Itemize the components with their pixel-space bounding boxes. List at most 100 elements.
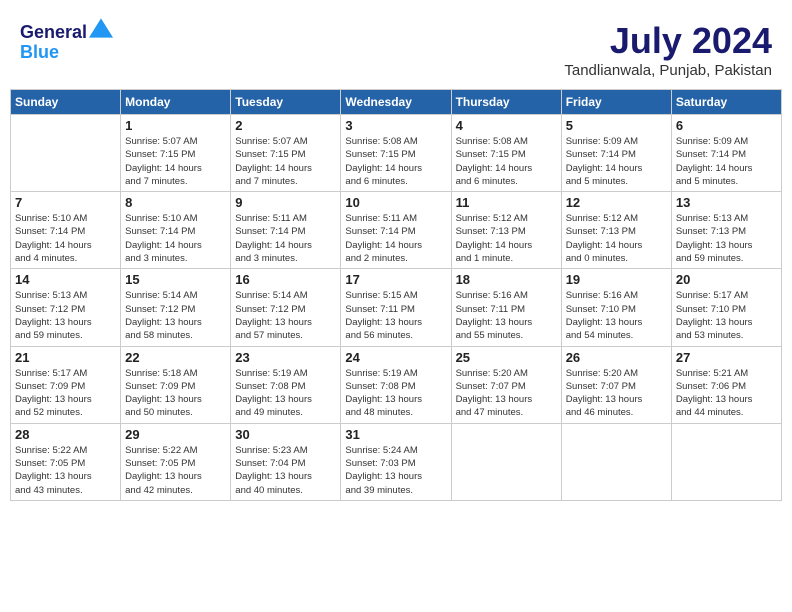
calendar-cell: 5Sunrise: 5:09 AM Sunset: 7:14 PM Daylig… <box>561 115 671 192</box>
day-number: 9 <box>235 195 336 210</box>
calendar-cell: 15 Sunrise: 5:14 AM Sunset: 7:12 PM Dayli… <box>121 269 231 346</box>
logo-text: General Blue <box>20 20 113 63</box>
day-info: Sunrise: 5:18 AM Sunset: 7:09 PM Dayligh… <box>125 367 226 420</box>
month-year: July 2024 <box>564 20 772 62</box>
calendar-cell: 9 Sunrise: 5:11 AM Sunset: 7:14 PM Daylig… <box>231 192 341 269</box>
calendar-table: SundayMondayTuesdayWednesdayThursdayFrid… <box>10 89 782 501</box>
day-info: Sunrise: 5:09 AM Sunset: 7:14 PM Dayligh… <box>676 135 777 188</box>
calendar-cell: 26Sunrise: 5:20 AM Sunset: 7:07 PM Dayli… <box>561 346 671 423</box>
calendar-cell: 14 Sunrise: 5:13 AM Sunset: 7:12 PM Dayli… <box>11 269 121 346</box>
week-row-5: 28 Sunrise: 5:22 AM Sunset: 7:05 PM Dayli… <box>11 423 782 500</box>
day-info: Sunrise: 5:24 AM Sunset: 7:03 PM Dayligh… <box>345 444 446 497</box>
calendar-cell: 24 Sunrise: 5:19 AM Sunset: 7:08 PM Dayli… <box>341 346 451 423</box>
calendar-cell: 27 Sunrise: 5:21 AM Sunset: 7:06 PM Dayli… <box>671 346 781 423</box>
title-block: July 2024 Tandlianwala, Punjab, Pakistan <box>564 20 772 79</box>
calendar-cell: 4Sunrise: 5:08 AM Sunset: 7:15 PM Daylig… <box>451 115 561 192</box>
day-number: 26 <box>566 350 667 365</box>
week-row-1: 1 Sunrise: 5:07 AM Sunset: 7:15 PM Daylig… <box>11 115 782 192</box>
day-info: Sunrise: 5:19 AM Sunset: 7:08 PM Dayligh… <box>345 367 446 420</box>
calendar-cell: 30 Sunrise: 5:23 AM Sunset: 7:04 PM Dayli… <box>231 423 341 500</box>
logo: General Blue <box>20 20 113 63</box>
location: Tandlianwala, Punjab, Pakistan <box>564 62 772 79</box>
day-info: Sunrise: 5:14 AM Sunset: 7:12 PM Dayligh… <box>235 289 336 342</box>
day-number: 23 <box>235 350 336 365</box>
day-info: Sunrise: 5:16 AM Sunset: 7:11 PM Dayligh… <box>456 289 557 342</box>
calendar-cell: 31 Sunrise: 5:24 AM Sunset: 7:03 PM Dayli… <box>341 423 451 500</box>
day-number: 19 <box>566 272 667 287</box>
day-number: 5 <box>566 118 667 133</box>
calendar-cell <box>451 423 561 500</box>
weekday-header-friday: Friday <box>561 90 671 115</box>
day-number: 21 <box>15 350 116 365</box>
calendar-cell <box>11 115 121 192</box>
day-number: 17 <box>345 272 446 287</box>
day-number: 28 <box>15 427 116 442</box>
calendar-cell <box>561 423 671 500</box>
day-number: 8 <box>125 195 226 210</box>
day-number: 16 <box>235 272 336 287</box>
day-number: 31 <box>345 427 446 442</box>
day-number: 10 <box>345 195 446 210</box>
calendar-cell: 23 Sunrise: 5:19 AM Sunset: 7:08 PM Dayli… <box>231 346 341 423</box>
calendar-cell: 28 Sunrise: 5:22 AM Sunset: 7:05 PM Dayli… <box>11 423 121 500</box>
weekday-header-sunday: Sunday <box>11 90 121 115</box>
calendar-cell: 20 Sunrise: 5:17 AM Sunset: 7:10 PM Dayli… <box>671 269 781 346</box>
calendar-cell: 13Sunrise: 5:13 AM Sunset: 7:13 PM Dayli… <box>671 192 781 269</box>
day-number: 14 <box>15 272 116 287</box>
calendar-cell: 8 Sunrise: 5:10 AM Sunset: 7:14 PM Daylig… <box>121 192 231 269</box>
calendar-cell: 21 Sunrise: 5:17 AM Sunset: 7:09 PM Dayli… <box>11 346 121 423</box>
week-row-4: 21 Sunrise: 5:17 AM Sunset: 7:09 PM Dayli… <box>11 346 782 423</box>
weekday-header-thursday: Thursday <box>451 90 561 115</box>
day-info: Sunrise: 5:12 AM Sunset: 7:13 PM Dayligh… <box>456 212 557 265</box>
day-number: 7 <box>15 195 116 210</box>
calendar-cell: 11 Sunrise: 5:12 AM Sunset: 7:13 PM Dayli… <box>451 192 561 269</box>
day-info: Sunrise: 5:08 AM Sunset: 7:15 PM Dayligh… <box>456 135 557 188</box>
day-number: 11 <box>456 195 557 210</box>
day-info: Sunrise: 5:07 AM Sunset: 7:15 PM Dayligh… <box>235 135 336 188</box>
weekday-header-row: SundayMondayTuesdayWednesdayThursdayFrid… <box>11 90 782 115</box>
calendar-cell: 18Sunrise: 5:16 AM Sunset: 7:11 PM Dayli… <box>451 269 561 346</box>
week-row-2: 7 Sunrise: 5:10 AM Sunset: 7:14 PM Daylig… <box>11 192 782 269</box>
calendar-cell: 2Sunrise: 5:07 AM Sunset: 7:15 PM Daylig… <box>231 115 341 192</box>
day-number: 1 <box>125 118 226 133</box>
day-info: Sunrise: 5:12 AM Sunset: 7:13 PM Dayligh… <box>566 212 667 265</box>
day-info: Sunrise: 5:17 AM Sunset: 7:09 PM Dayligh… <box>15 367 116 420</box>
day-number: 27 <box>676 350 777 365</box>
day-number: 20 <box>676 272 777 287</box>
calendar-cell: 12 Sunrise: 5:12 AM Sunset: 7:13 PM Dayli… <box>561 192 671 269</box>
page-header: General Blue July 2024 Tandlianwala, Pun… <box>10 10 782 84</box>
calendar-cell: 29Sunrise: 5:22 AM Sunset: 7:05 PM Dayli… <box>121 423 231 500</box>
calendar-cell: 25 Sunrise: 5:20 AM Sunset: 7:07 PM Dayli… <box>451 346 561 423</box>
day-number: 22 <box>125 350 226 365</box>
logo-icon <box>89 18 113 38</box>
day-info: Sunrise: 5:22 AM Sunset: 7:05 PM Dayligh… <box>125 444 226 497</box>
weekday-header-saturday: Saturday <box>671 90 781 115</box>
day-number: 3 <box>345 118 446 133</box>
weekday-header-monday: Monday <box>121 90 231 115</box>
day-info: Sunrise: 5:13 AM Sunset: 7:12 PM Dayligh… <box>15 289 116 342</box>
day-info: Sunrise: 5:23 AM Sunset: 7:04 PM Dayligh… <box>235 444 336 497</box>
day-number: 25 <box>456 350 557 365</box>
day-number: 12 <box>566 195 667 210</box>
day-info: Sunrise: 5:16 AM Sunset: 7:10 PM Dayligh… <box>566 289 667 342</box>
logo-blue: Blue <box>20 42 59 62</box>
day-info: Sunrise: 5:22 AM Sunset: 7:05 PM Dayligh… <box>15 444 116 497</box>
day-info: Sunrise: 5:10 AM Sunset: 7:14 PM Dayligh… <box>15 212 116 265</box>
weekday-header-wednesday: Wednesday <box>341 90 451 115</box>
day-info: Sunrise: 5:21 AM Sunset: 7:06 PM Dayligh… <box>676 367 777 420</box>
day-info: Sunrise: 5:10 AM Sunset: 7:14 PM Dayligh… <box>125 212 226 265</box>
day-number: 24 <box>345 350 446 365</box>
calendar-cell: 22 Sunrise: 5:18 AM Sunset: 7:09 PM Dayli… <box>121 346 231 423</box>
day-info: Sunrise: 5:19 AM Sunset: 7:08 PM Dayligh… <box>235 367 336 420</box>
calendar-cell: 17Sunrise: 5:15 AM Sunset: 7:11 PM Dayli… <box>341 269 451 346</box>
calendar-cell: 1 Sunrise: 5:07 AM Sunset: 7:15 PM Daylig… <box>121 115 231 192</box>
day-info: Sunrise: 5:20 AM Sunset: 7:07 PM Dayligh… <box>456 367 557 420</box>
day-info: Sunrise: 5:14 AM Sunset: 7:12 PM Dayligh… <box>125 289 226 342</box>
day-number: 15 <box>125 272 226 287</box>
day-number: 30 <box>235 427 336 442</box>
day-info: Sunrise: 5:17 AM Sunset: 7:10 PM Dayligh… <box>676 289 777 342</box>
day-info: Sunrise: 5:11 AM Sunset: 7:14 PM Dayligh… <box>235 212 336 265</box>
day-info: Sunrise: 5:07 AM Sunset: 7:15 PM Dayligh… <box>125 135 226 188</box>
day-number: 13 <box>676 195 777 210</box>
calendar-cell: 7 Sunrise: 5:10 AM Sunset: 7:14 PM Daylig… <box>11 192 121 269</box>
